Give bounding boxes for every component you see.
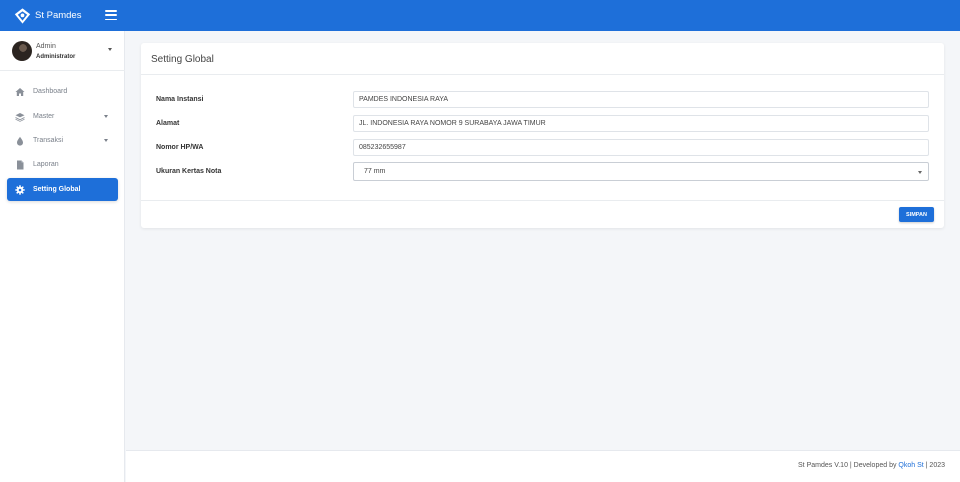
footer-prefix: St Pamdes V.10 | Developed by [798,462,899,469]
alamat-input[interactable] [353,115,929,132]
alamat-label: Alamat [156,120,180,127]
ukuran-kertas-label: Ukuran Kertas Nota [156,168,222,175]
avatar [12,41,32,61]
sidebar-item-laporan[interactable]: Laporan [7,153,118,176]
page-title: Setting Global [151,54,214,65]
sidebar-item-label: Transaksi [33,137,64,144]
top-navbar: St Pamdes [0,0,960,31]
user-menu-caret-icon[interactable] [108,48,112,51]
ukuran-kertas-select[interactable]: 77 mm [353,162,929,181]
developer-link[interactable]: Qkoh St [898,462,923,469]
nama-instansi-input[interactable] [353,91,929,108]
sidebar-item-transaksi[interactable]: Transaksi [7,129,118,152]
sidebar-item-label: Master [33,113,55,120]
home-icon [15,87,25,97]
nomor-hp-input[interactable] [353,139,929,156]
sidebar-item-dashboard[interactable]: Dashboard [7,80,118,103]
brand-name: St Pamdes [35,10,82,21]
chevron-down-icon [104,139,108,142]
gear-icon [15,184,25,195]
nama-instansi-label: Nama Instansi [156,96,204,103]
selected-value: 77 mm [364,168,386,175]
user-name: Admin [36,43,56,50]
sidebar: Admin Administrator Dashboard Master Tra… [0,31,125,482]
logo-icon [14,7,31,24]
footer-suffix: | 2023 [923,462,945,469]
menu-toggle-icon[interactable] [105,10,117,20]
nomor-hp-label: Nomor HP/WA [156,144,204,151]
card-header: Setting Global [141,43,944,75]
droplet-icon [15,136,25,146]
sidebar-item-label: Setting Global [33,186,81,193]
sidebar-item-label: Dashboard [33,88,68,95]
chevron-down-icon [104,115,108,118]
setting-card: Setting Global Nama Instansi Alamat Nomo… [141,43,944,228]
footer-text: St Pamdes V.10 | Developed by Qkoh St | … [798,462,945,469]
user-role: Administrator [36,54,76,60]
sidebar-item-setting-global[interactable]: Setting Global [7,178,118,201]
card-divider [141,200,944,201]
chevron-down-icon [918,171,922,174]
sidebar-item-master[interactable]: Master [7,105,118,128]
save-button[interactable]: SIMPAN [899,207,934,222]
sidebar-item-label: Laporan [33,161,59,168]
layers-icon [15,112,25,122]
page-footer: St Pamdes V.10 | Developed by Qkoh St | … [126,450,960,482]
user-panel[interactable]: Admin Administrator [0,31,125,71]
file-icon [15,160,25,170]
brand[interactable]: St Pamdes [14,5,81,26]
